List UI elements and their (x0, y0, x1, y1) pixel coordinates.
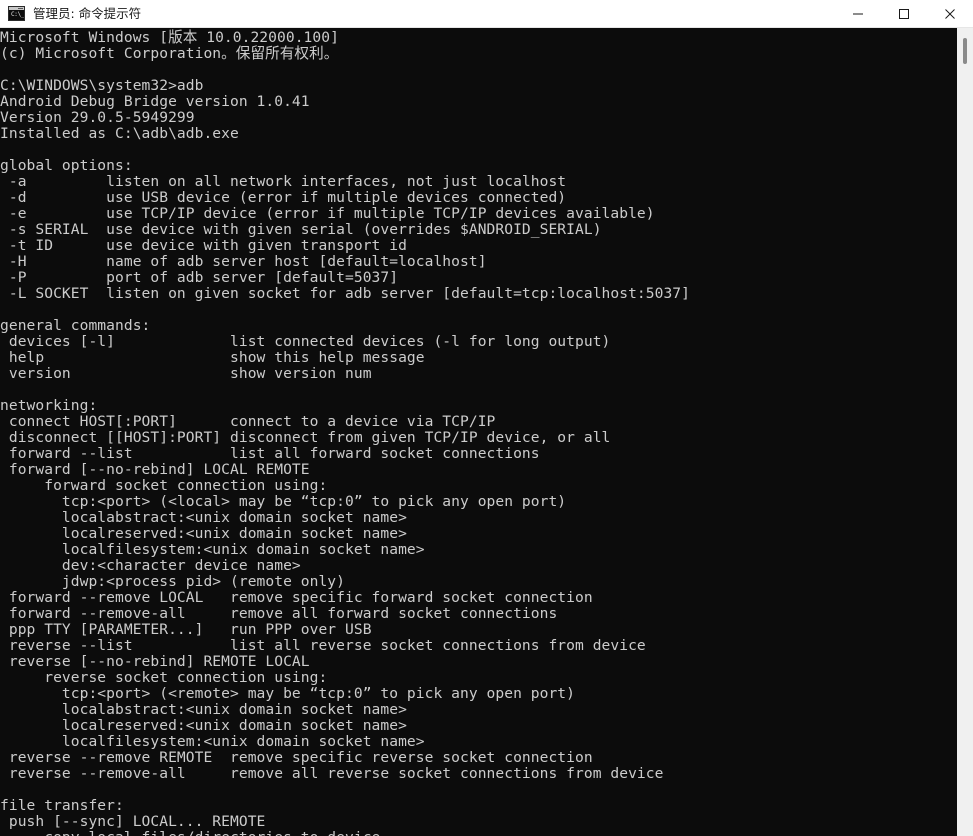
scrollbar-thumb[interactable] (963, 38, 967, 64)
window-controls (835, 0, 973, 28)
cmd-prompt-icon: C:\_ (8, 6, 25, 21)
console-text: Microsoft Windows [版本 10.0.22000.100] (c… (0, 29, 691, 836)
maximize-button[interactable] (881, 0, 927, 28)
close-button[interactable] (927, 0, 973, 28)
close-icon (945, 8, 955, 19)
window-title: 管理员: 命令提示符 (33, 5, 142, 21)
window-titlebar[interactable]: C:\_ 管理员: 命令提示符 (0, 0, 973, 28)
titlebar-left-group: C:\_ 管理员: 命令提示符 (0, 6, 835, 22)
minimize-icon (853, 13, 863, 14)
cmd-icon-prompt-text: C:\_ (11, 11, 25, 18)
command-prompt-window: C:\_ 管理员: 命令提示符 Microsoft Windows [版本 10… (0, 0, 973, 836)
vertical-scrollbar[interactable] (957, 28, 973, 836)
minimize-button[interactable] (835, 0, 881, 28)
console-output-area[interactable]: Microsoft Windows [版本 10.0.22000.100] (c… (0, 28, 957, 836)
maximize-icon (899, 8, 909, 19)
cmd-icon-titlebar-detail (9, 7, 24, 10)
